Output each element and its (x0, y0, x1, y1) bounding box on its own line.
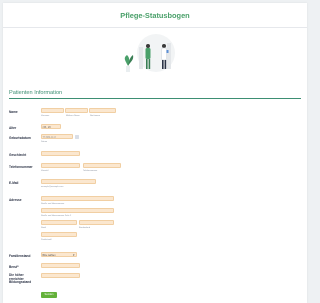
address-label: Adresse (9, 198, 22, 202)
postal-code-sublabel: Postleitzahl (41, 239, 52, 241)
state-sublabel: Bundesland (79, 227, 90, 229)
occupation-label: Beruf* (9, 265, 19, 269)
education-input[interactable] (41, 273, 80, 278)
chevron-down-icon: ▾ (73, 253, 75, 257)
email-input[interactable] (41, 179, 96, 184)
birthdate-sublabel: Datum (41, 141, 48, 143)
postal-code-input[interactable] (41, 232, 77, 237)
section-title: Patienten Information (9, 90, 63, 96)
first-name-sublabel: Vorname (41, 115, 50, 117)
form-title: Pflege-Statusbogen (120, 11, 190, 20)
first-name-input[interactable] (41, 108, 64, 113)
email-label: E-Mail (9, 181, 19, 185)
area-code-input[interactable] (41, 163, 80, 168)
street-input[interactable] (41, 196, 114, 201)
city-input[interactable] (41, 220, 77, 225)
gender-input[interactable] (41, 151, 80, 156)
last-name-input[interactable] (89, 108, 116, 113)
birthdate-placeholder: TT-MM-JJJJ (42, 135, 56, 139)
education-label: Die höher erreichter Bildungsstand (9, 273, 32, 285)
phone-number-input[interactable] (83, 163, 121, 168)
age-input-value: z.B., 23 (42, 125, 51, 129)
section-divider (9, 98, 301, 99)
last-name-sublabel: Nachname (90, 115, 101, 117)
birthdate-label: Geburtsdatum (9, 136, 31, 140)
street-line2-input[interactable] (41, 208, 114, 213)
phone-label: Telefonnummer (9, 165, 33, 169)
submit-button[interactable]: Senden (41, 292, 57, 298)
phone-number-sublabel: Telefonnummer (83, 170, 98, 172)
name-label: Name (9, 110, 18, 114)
street-line2-sublabel: Straße und Hausnummer Zeile 2 (41, 215, 72, 217)
area-code-sublabel: Vorwahl (41, 170, 49, 172)
occupation-input[interactable] (41, 263, 80, 268)
age-label: Alter (9, 126, 17, 130)
middle-name-input[interactable] (65, 108, 88, 113)
email-sublabel: example@example.com (41, 186, 64, 188)
state-input[interactable] (79, 220, 114, 225)
gender-label: Geschlecht (9, 153, 27, 157)
street-sublabel: Straße und Hausnummer (41, 203, 65, 205)
nurse-doctor-illustration (124, 34, 175, 72)
header-divider (3, 27, 307, 28)
middle-name-sublabel: Mittlerer Name (66, 115, 80, 117)
calendar-icon[interactable] (75, 134, 79, 139)
city-sublabel: Stadt (41, 227, 46, 229)
form-card: Pflege-Statusbogen Patienten Information… (3, 3, 307, 303)
marital-status-label: Familienstand (9, 254, 31, 258)
marital-status-value: Bitte wählen (42, 253, 56, 257)
